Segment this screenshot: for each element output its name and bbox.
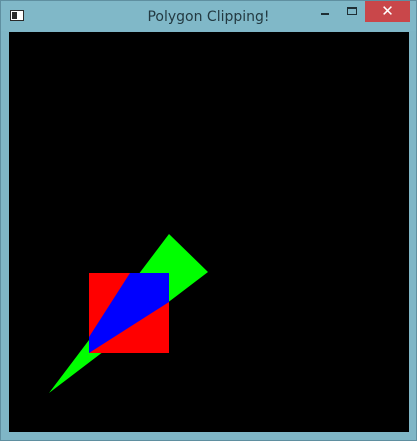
close-icon: ✕ bbox=[381, 2, 394, 20]
polygon-clipping-svg bbox=[49, 234, 208, 393]
title-bar[interactable]: Polygon Clipping! ✕ bbox=[1, 1, 416, 31]
maximize-button[interactable] bbox=[341, 1, 363, 23]
drawing-canvas[interactable] bbox=[9, 32, 409, 432]
minimize-button[interactable] bbox=[314, 1, 336, 23]
app-window: Polygon Clipping! ✕ bbox=[0, 0, 417, 441]
close-button[interactable]: ✕ bbox=[365, 1, 410, 22]
